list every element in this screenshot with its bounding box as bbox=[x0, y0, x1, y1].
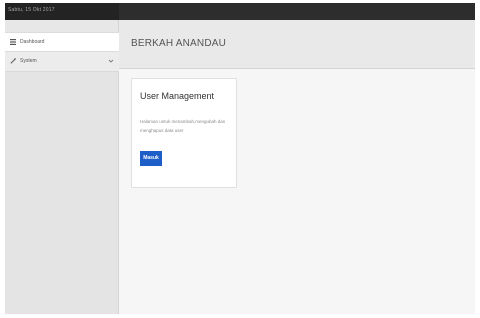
app-window: Sabtu, 15 Okt 2017 Dashboard System BERK… bbox=[5, 3, 475, 314]
sidebar: Dashboard System bbox=[5, 20, 119, 314]
top-bar-date-area: Sabtu, 15 Okt 2017 bbox=[5, 3, 119, 20]
chevron-down-icon[interactable] bbox=[108, 58, 114, 64]
top-bar: Sabtu, 15 Okt 2017 bbox=[5, 3, 475, 20]
sidebar-item-system[interactable]: System bbox=[5, 52, 119, 72]
page-header: BERKAH ANANDAU bbox=[119, 20, 475, 69]
bars-icon bbox=[10, 39, 16, 45]
sidebar-empty-area bbox=[5, 72, 118, 314]
main-content: BERKAH ANANDAU User Management Halaman u… bbox=[119, 20, 475, 314]
user-management-card: User Management Halaman untuk menambah,m… bbox=[131, 78, 237, 188]
card-title: User Management bbox=[140, 91, 215, 101]
wrench-icon bbox=[10, 58, 16, 64]
sidebar-item-dashboard[interactable]: Dashboard bbox=[5, 32, 119, 52]
masuk-button[interactable]: Masuk bbox=[140, 151, 162, 166]
sidebar-item-label: System bbox=[20, 58, 37, 64]
date-label: Sabtu, 15 Okt 2017 bbox=[8, 7, 55, 13]
card-description: Halaman untuk menambah,mengubah dan meng… bbox=[140, 119, 226, 133]
sidebar-item-label: Dashboard bbox=[20, 39, 45, 45]
brand-title: BERKAH ANANDAU bbox=[131, 38, 227, 49]
